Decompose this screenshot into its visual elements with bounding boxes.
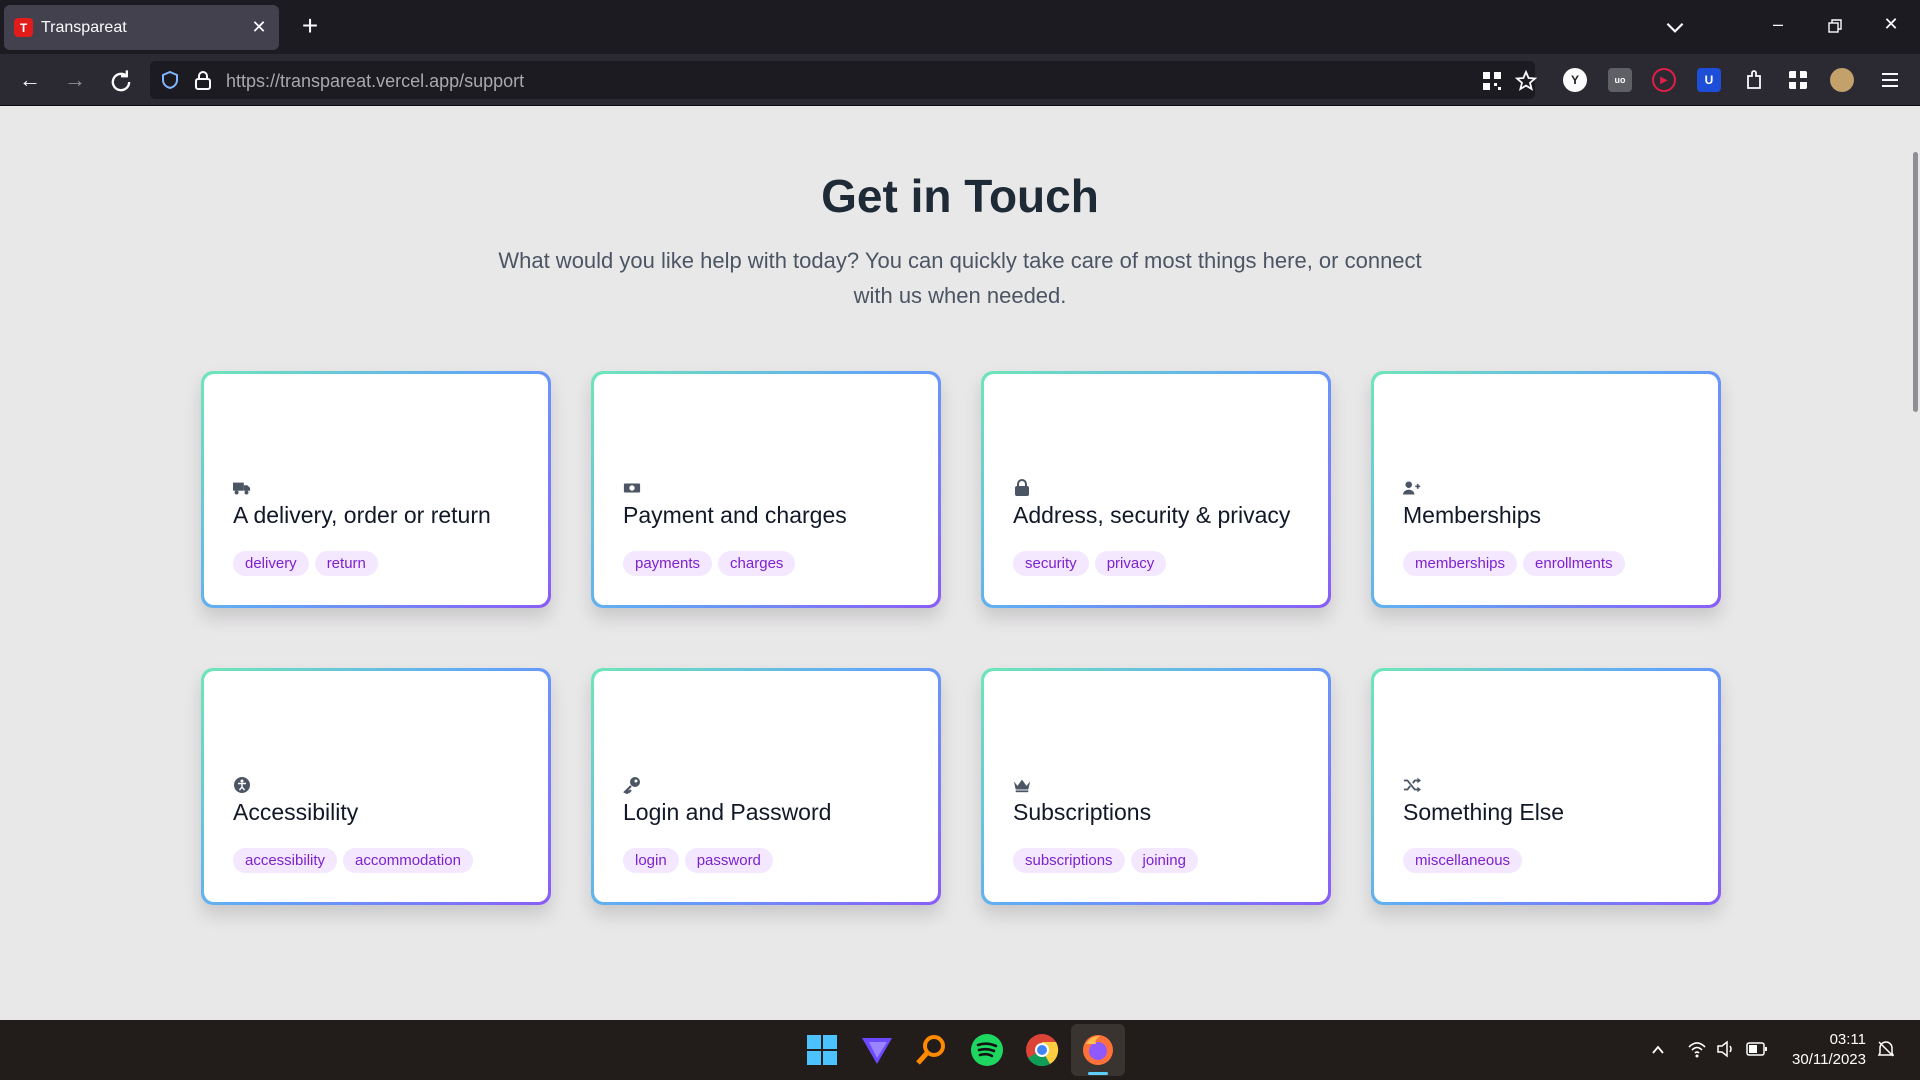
chevron-down-icon[interactable] bbox=[1662, 14, 1688, 40]
wifi-icon[interactable] bbox=[1687, 1039, 1707, 1059]
accessibility-icon bbox=[234, 777, 250, 793]
new-tab-icon[interactable]: + bbox=[295, 11, 325, 41]
card-title: Memberships bbox=[1403, 502, 1542, 528]
card-title: A delivery, order or return bbox=[233, 502, 491, 528]
support-card-subscriptions[interactable]: Subscriptions subscriptions joining bbox=[981, 668, 1331, 905]
tag: delivery bbox=[233, 551, 309, 576]
shield-icon[interactable] bbox=[160, 70, 180, 90]
tag: login bbox=[623, 848, 679, 873]
reload-icon[interactable] bbox=[107, 68, 135, 96]
system-clock[interactable]: 03:11 30/11/2023 bbox=[1786, 1030, 1866, 1070]
tag: joining bbox=[1130, 848, 1198, 873]
crown-icon bbox=[1013, 779, 1031, 793]
puzzle-extension-icon[interactable] bbox=[1742, 68, 1766, 92]
yomichan-extension-icon[interactable]: Y bbox=[1563, 68, 1587, 92]
user-plus-icon bbox=[1403, 481, 1421, 495]
support-card-memberships[interactable]: Memberships memberships enrollments bbox=[1371, 371, 1721, 608]
tag: privacy bbox=[1094, 551, 1167, 576]
tag: memberships bbox=[1403, 551, 1518, 576]
taskbar: 03:11 30/11/2023 bbox=[0, 1020, 1920, 1080]
support-card-delivery[interactable]: A delivery, order or return delivery ret… bbox=[201, 371, 551, 608]
support-card-accessibility[interactable]: Accessibility accessibility accommodatio… bbox=[201, 668, 551, 905]
card-tags: subscriptions joining bbox=[1013, 848, 1198, 873]
support-card-login[interactable]: Login and Password login password bbox=[591, 668, 941, 905]
tag: accessibility bbox=[233, 848, 338, 873]
tag: password bbox=[684, 848, 773, 873]
tab-close-icon[interactable]: ✕ bbox=[249, 17, 269, 38]
url-host: https://transpareat.vercel.app bbox=[226, 71, 460, 91]
card-tags: miscellaneous bbox=[1403, 848, 1523, 873]
clock-date: 30/11/2023 bbox=[1792, 1051, 1866, 1068]
volume-icon[interactable] bbox=[1716, 1039, 1736, 1059]
card-tags: payments charges bbox=[623, 551, 796, 576]
url-bar[interactable]: https://transpareat.vercel.app/support bbox=[150, 61, 1538, 99]
support-card-security[interactable]: Address, security & privacy security pri… bbox=[981, 371, 1331, 608]
card-title: Subscriptions bbox=[1013, 799, 1152, 825]
tag: charges bbox=[718, 551, 796, 576]
tag: return bbox=[314, 551, 378, 576]
support-page: Get in Touch What would you like help wi… bbox=[0, 107, 1920, 1020]
ublock-extension-icon[interactable]: uo bbox=[1608, 68, 1632, 92]
card-title: Payment and charges bbox=[623, 502, 847, 528]
forward-arrow-icon[interactable]: → bbox=[61, 66, 89, 94]
video-extension-icon[interactable]: ▶ bbox=[1652, 68, 1676, 92]
tab-favicon: T bbox=[14, 18, 33, 37]
menu-icon[interactable] bbox=[1878, 68, 1902, 92]
card-title: Address, security & privacy bbox=[1013, 502, 1291, 528]
qr-code-icon[interactable] bbox=[1480, 69, 1504, 93]
search-everything-icon[interactable] bbox=[914, 1032, 950, 1068]
card-title: Login and Password bbox=[623, 799, 832, 825]
tab-title: Transpareat bbox=[41, 18, 127, 36]
tag: accommodation bbox=[343, 848, 473, 873]
clock-time: 03:11 bbox=[1829, 1031, 1866, 1048]
key-icon bbox=[623, 777, 640, 794]
tag: miscellaneous bbox=[1403, 848, 1523, 873]
card-title: Accessibility bbox=[233, 799, 359, 825]
back-arrow-icon[interactable]: ← bbox=[16, 66, 44, 94]
battery-icon[interactable] bbox=[1746, 1041, 1768, 1057]
shuffle-icon bbox=[1403, 777, 1421, 793]
restore-icon[interactable] bbox=[1822, 18, 1848, 34]
notification-bell-icon[interactable] bbox=[1876, 1039, 1896, 1059]
tag: subscriptions bbox=[1013, 848, 1125, 873]
url-path: /support bbox=[459, 71, 525, 91]
card-tags: delivery return bbox=[233, 551, 378, 576]
chrome-icon[interactable] bbox=[1024, 1032, 1060, 1068]
minimize-icon[interactable]: – bbox=[1765, 14, 1791, 35]
card-tags: security privacy bbox=[1013, 551, 1167, 576]
apps-grid-icon[interactable] bbox=[1786, 68, 1810, 92]
close-window-icon[interactable]: ✕ bbox=[1878, 14, 1904, 35]
tag: enrollments bbox=[1523, 551, 1625, 576]
support-card-payment[interactable]: Payment and charges payments charges bbox=[591, 371, 941, 608]
spotify-icon[interactable] bbox=[969, 1032, 1005, 1068]
url-text[interactable]: https://transpareat.vercel.app/support bbox=[226, 71, 524, 92]
chevron-up-icon[interactable] bbox=[1650, 1042, 1666, 1058]
card-tags: login password bbox=[623, 848, 773, 873]
lock-icon[interactable] bbox=[194, 70, 212, 90]
taskbar-active-indicator bbox=[1088, 1072, 1108, 1075]
firefox-icon[interactable] bbox=[1080, 1032, 1116, 1068]
navigation-bar: ← → https://transpareat.vercel.app/suppo… bbox=[0, 54, 1920, 106]
page-title: Get in Touch bbox=[821, 170, 1099, 222]
tag: payments bbox=[623, 551, 713, 576]
support-card-something-else[interactable]: Something Else miscellaneous bbox=[1371, 668, 1721, 905]
browser-tab[interactable]: T Transpareat ✕ bbox=[4, 5, 279, 50]
bitwarden-extension-icon[interactable]: U bbox=[1697, 68, 1721, 92]
money-bill-icon bbox=[623, 483, 641, 493]
card-tags: accessibility accommodation bbox=[233, 848, 473, 873]
tab-bar: T Transpareat ✕ + – ✕ bbox=[0, 0, 1920, 54]
card-title: Something Else bbox=[1403, 799, 1565, 825]
proton-vpn-icon[interactable] bbox=[859, 1032, 895, 1068]
card-tags: memberships enrollments bbox=[1403, 551, 1625, 576]
bookmark-star-icon[interactable] bbox=[1514, 69, 1538, 93]
profile-extension-icon[interactable] bbox=[1830, 68, 1854, 92]
lock-icon bbox=[1015, 479, 1029, 496]
tag: security bbox=[1013, 551, 1089, 576]
page-subtitle: What would you like help with today? You… bbox=[498, 248, 1422, 308]
windows-start-icon[interactable] bbox=[804, 1032, 840, 1068]
truck-icon bbox=[233, 482, 251, 495]
